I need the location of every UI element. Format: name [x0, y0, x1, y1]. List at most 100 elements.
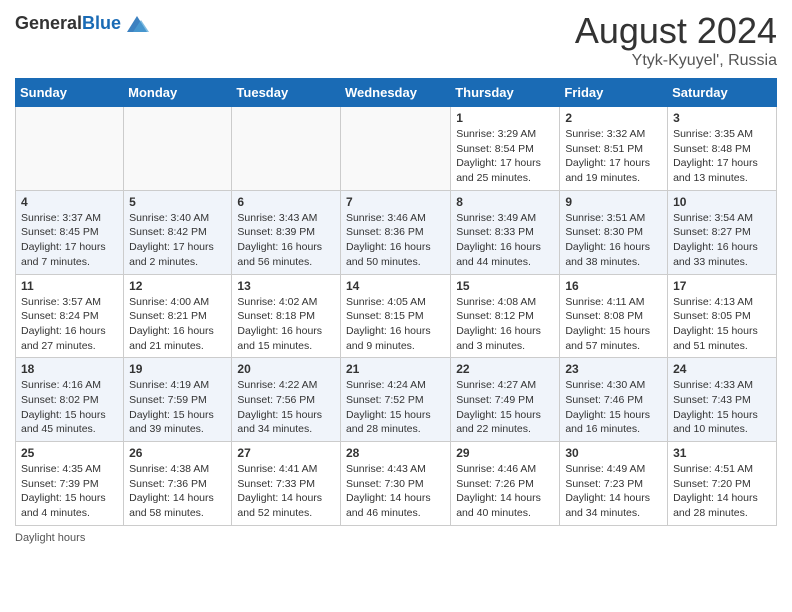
day-info: Sunrise: 4:38 AM Sunset: 7:36 PM Dayligh…	[129, 462, 226, 521]
day-info: Sunrise: 4:27 AM Sunset: 7:49 PM Dayligh…	[456, 378, 554, 437]
day-cell: 1 Sunrise: 3:29 AM Sunset: 8:54 PM Dayli…	[451, 107, 560, 191]
logo-icon	[123, 10, 151, 38]
day-cell: 14 Sunrise: 4:05 AM Sunset: 8:15 PM Dayl…	[340, 274, 450, 358]
day-number: 30	[565, 446, 662, 460]
day-cell: 15 Sunrise: 4:08 AM Sunset: 8:12 PM Dayl…	[451, 274, 560, 358]
day-info: Sunrise: 4:24 AM Sunset: 7:52 PM Dayligh…	[346, 378, 445, 437]
day-number: 19	[129, 362, 226, 376]
day-info: Sunrise: 4:41 AM Sunset: 7:33 PM Dayligh…	[237, 462, 335, 521]
day-info: Sunrise: 4:16 AM Sunset: 8:02 PM Dayligh…	[21, 378, 118, 437]
logo-blue-text: Blue	[82, 13, 121, 33]
day-number: 11	[21, 279, 118, 293]
day-info: Sunrise: 3:32 AM Sunset: 8:51 PM Dayligh…	[565, 127, 662, 186]
day-info: Sunrise: 4:35 AM Sunset: 7:39 PM Dayligh…	[21, 462, 118, 521]
day-number: 16	[565, 279, 662, 293]
weekday-wednesday: Wednesday	[340, 79, 450, 107]
day-info: Sunrise: 3:46 AM Sunset: 8:36 PM Dayligh…	[346, 211, 445, 270]
day-cell: 7 Sunrise: 3:46 AM Sunset: 8:36 PM Dayli…	[340, 190, 450, 274]
logo-general-text: General	[15, 13, 82, 33]
day-number: 29	[456, 446, 554, 460]
day-info: Sunrise: 4:22 AM Sunset: 7:56 PM Dayligh…	[237, 378, 335, 437]
day-info: Sunrise: 3:37 AM Sunset: 8:45 PM Dayligh…	[21, 211, 118, 270]
day-info: Sunrise: 3:43 AM Sunset: 8:39 PM Dayligh…	[237, 211, 335, 270]
day-cell: 19 Sunrise: 4:19 AM Sunset: 7:59 PM Dayl…	[124, 358, 232, 442]
footer-note: Daylight hours	[15, 532, 777, 544]
day-number: 5	[129, 195, 226, 209]
day-cell: 17 Sunrise: 4:13 AM Sunset: 8:05 PM Dayl…	[668, 274, 777, 358]
day-info: Sunrise: 4:02 AM Sunset: 8:18 PM Dayligh…	[237, 295, 335, 354]
weekday-monday: Monday	[124, 79, 232, 107]
page-header: GeneralBlue August 2024 Ytyk-Kyuyel', Ru…	[15, 10, 777, 70]
day-cell: 28 Sunrise: 4:43 AM Sunset: 7:30 PM Dayl…	[340, 442, 450, 526]
day-number: 7	[346, 195, 445, 209]
day-info: Sunrise: 4:30 AM Sunset: 7:46 PM Dayligh…	[565, 378, 662, 437]
day-info: Sunrise: 3:54 AM Sunset: 8:27 PM Dayligh…	[673, 211, 771, 270]
weekday-header-row: SundayMondayTuesdayWednesdayThursdayFrid…	[16, 79, 777, 107]
day-number: 4	[21, 195, 118, 209]
day-info: Sunrise: 3:29 AM Sunset: 8:54 PM Dayligh…	[456, 127, 554, 186]
day-cell: 21 Sunrise: 4:24 AM Sunset: 7:52 PM Dayl…	[340, 358, 450, 442]
day-cell	[232, 107, 341, 191]
weekday-tuesday: Tuesday	[232, 79, 341, 107]
week-row-3: 11 Sunrise: 3:57 AM Sunset: 8:24 PM Dayl…	[16, 274, 777, 358]
day-number: 28	[346, 446, 445, 460]
day-number: 21	[346, 362, 445, 376]
day-info: Sunrise: 4:08 AM Sunset: 8:12 PM Dayligh…	[456, 295, 554, 354]
day-cell: 6 Sunrise: 3:43 AM Sunset: 8:39 PM Dayli…	[232, 190, 341, 274]
day-info: Sunrise: 4:13 AM Sunset: 8:05 PM Dayligh…	[673, 295, 771, 354]
day-number: 17	[673, 279, 771, 293]
day-number: 24	[673, 362, 771, 376]
title-block: August 2024 Ytyk-Kyuyel', Russia	[575, 10, 777, 70]
day-info: Sunrise: 4:46 AM Sunset: 7:26 PM Dayligh…	[456, 462, 554, 521]
day-number: 15	[456, 279, 554, 293]
day-cell: 31 Sunrise: 4:51 AM Sunset: 7:20 PM Dayl…	[668, 442, 777, 526]
month-year: August 2024	[575, 10, 777, 52]
week-row-2: 4 Sunrise: 3:37 AM Sunset: 8:45 PM Dayli…	[16, 190, 777, 274]
day-cell: 13 Sunrise: 4:02 AM Sunset: 8:18 PM Dayl…	[232, 274, 341, 358]
week-row-5: 25 Sunrise: 4:35 AM Sunset: 7:39 PM Dayl…	[16, 442, 777, 526]
day-number: 14	[346, 279, 445, 293]
day-cell: 10 Sunrise: 3:54 AM Sunset: 8:27 PM Dayl…	[668, 190, 777, 274]
day-number: 18	[21, 362, 118, 376]
day-cell: 26 Sunrise: 4:38 AM Sunset: 7:36 PM Dayl…	[124, 442, 232, 526]
day-cell	[340, 107, 450, 191]
day-info: Sunrise: 3:35 AM Sunset: 8:48 PM Dayligh…	[673, 127, 771, 186]
day-number: 31	[673, 446, 771, 460]
day-number: 10	[673, 195, 771, 209]
week-row-4: 18 Sunrise: 4:16 AM Sunset: 8:02 PM Dayl…	[16, 358, 777, 442]
day-cell: 30 Sunrise: 4:49 AM Sunset: 7:23 PM Dayl…	[560, 442, 668, 526]
day-cell: 23 Sunrise: 4:30 AM Sunset: 7:46 PM Dayl…	[560, 358, 668, 442]
logo: GeneralBlue	[15, 10, 151, 38]
day-info: Sunrise: 3:57 AM Sunset: 8:24 PM Dayligh…	[21, 295, 118, 354]
day-cell: 4 Sunrise: 3:37 AM Sunset: 8:45 PM Dayli…	[16, 190, 124, 274]
day-cell	[124, 107, 232, 191]
day-info: Sunrise: 3:40 AM Sunset: 8:42 PM Dayligh…	[129, 211, 226, 270]
day-info: Sunrise: 3:51 AM Sunset: 8:30 PM Dayligh…	[565, 211, 662, 270]
location: Ytyk-Kyuyel', Russia	[575, 52, 777, 70]
day-cell: 11 Sunrise: 3:57 AM Sunset: 8:24 PM Dayl…	[16, 274, 124, 358]
day-info: Sunrise: 4:51 AM Sunset: 7:20 PM Dayligh…	[673, 462, 771, 521]
day-info: Sunrise: 3:49 AM Sunset: 8:33 PM Dayligh…	[456, 211, 554, 270]
weekday-saturday: Saturday	[668, 79, 777, 107]
day-number: 13	[237, 279, 335, 293]
weekday-sunday: Sunday	[16, 79, 124, 107]
day-cell: 16 Sunrise: 4:11 AM Sunset: 8:08 PM Dayl…	[560, 274, 668, 358]
daylight-hours-label: Daylight hours	[15, 532, 85, 544]
day-cell: 3 Sunrise: 3:35 AM Sunset: 8:48 PM Dayli…	[668, 107, 777, 191]
day-number: 23	[565, 362, 662, 376]
day-cell: 29 Sunrise: 4:46 AM Sunset: 7:26 PM Dayl…	[451, 442, 560, 526]
day-info: Sunrise: 4:05 AM Sunset: 8:15 PM Dayligh…	[346, 295, 445, 354]
day-cell: 9 Sunrise: 3:51 AM Sunset: 8:30 PM Dayli…	[560, 190, 668, 274]
day-info: Sunrise: 4:49 AM Sunset: 7:23 PM Dayligh…	[565, 462, 662, 521]
day-number: 2	[565, 111, 662, 125]
day-info: Sunrise: 4:00 AM Sunset: 8:21 PM Dayligh…	[129, 295, 226, 354]
calendar-table: SundayMondayTuesdayWednesdayThursdayFrid…	[15, 78, 777, 526]
day-info: Sunrise: 4:33 AM Sunset: 7:43 PM Dayligh…	[673, 378, 771, 437]
day-number: 26	[129, 446, 226, 460]
day-number: 3	[673, 111, 771, 125]
week-row-1: 1 Sunrise: 3:29 AM Sunset: 8:54 PM Dayli…	[16, 107, 777, 191]
day-number: 6	[237, 195, 335, 209]
day-number: 20	[237, 362, 335, 376]
day-cell: 22 Sunrise: 4:27 AM Sunset: 7:49 PM Dayl…	[451, 358, 560, 442]
day-cell: 18 Sunrise: 4:16 AM Sunset: 8:02 PM Dayl…	[16, 358, 124, 442]
